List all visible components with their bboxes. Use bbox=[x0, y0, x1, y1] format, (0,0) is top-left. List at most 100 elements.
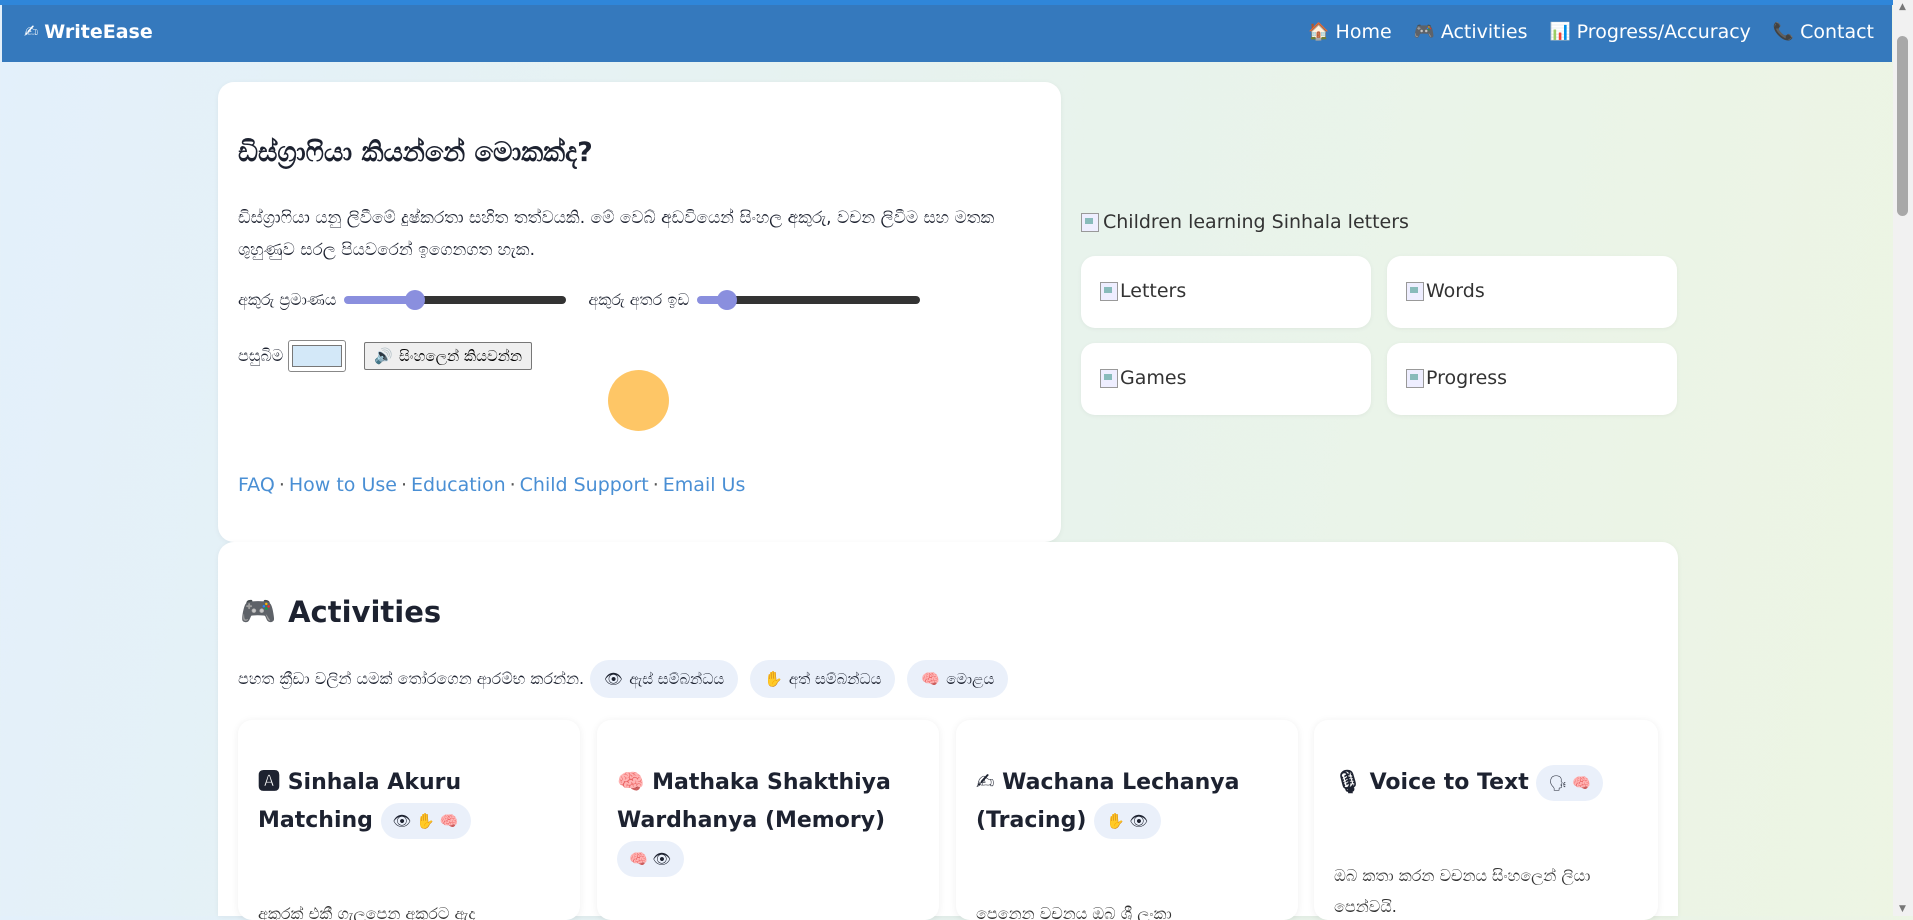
game-description: පෙනෙන වචනය ඔබ ශ්‍රී ලංකා bbox=[976, 904, 1172, 920]
hero-image: Children learning Sinhala letters bbox=[1081, 211, 1409, 233]
broken-image-icon bbox=[1081, 212, 1099, 232]
activities-filter-row: පහත ක්‍රීඩා වලින් යමක් තෝරගෙන ආරම්භ කරන්… bbox=[238, 660, 1009, 698]
brand-name: WriteEase bbox=[44, 21, 153, 43]
filter-brain[interactable]: 🧠 මොළය bbox=[907, 660, 1009, 698]
background-label: පසුබිම bbox=[238, 346, 284, 365]
microphone-icon: 🎙 bbox=[1334, 770, 1362, 795]
nav-progress[interactable]: 📊 Progress/Accuracy bbox=[1550, 21, 1751, 43]
broken-image-icon bbox=[1100, 368, 1118, 388]
broken-image-icon bbox=[1406, 281, 1424, 301]
skill-icons: 🗣 🧠 bbox=[1536, 765, 1603, 801]
brain-icon: 🧠 bbox=[617, 770, 645, 795]
game-description: ඔබ කතා කරන වචනය සිංහලෙන් ලියා පෙන්වයි. bbox=[1334, 866, 1591, 916]
writing-hand-icon: ✍ bbox=[24, 22, 39, 42]
tile-letters[interactable]: Letters bbox=[1081, 256, 1371, 328]
broken-image-icon bbox=[1406, 368, 1424, 388]
bar-chart-icon: 📊 bbox=[1549, 22, 1571, 42]
decorative-orange-circle bbox=[608, 370, 669, 431]
separator: · bbox=[278, 474, 285, 496]
tile-letters-image: Letters bbox=[1100, 280, 1186, 302]
game-controller-icon: 🎮 bbox=[1413, 22, 1435, 42]
tile-words[interactable]: Words bbox=[1387, 256, 1677, 328]
read-aloud-label: සිංහලෙන් කියවන්න bbox=[398, 347, 523, 365]
game-title: 🧠 Mathaka Shakthiya Wardhanya (Memory) 🧠… bbox=[617, 764, 927, 878]
speaker-icon: 🔊 bbox=[374, 347, 393, 365]
hero-card: ඩිස්ග්‍රාෆියා කියන්නේ මොකක්ද? ඩිස්ග්‍රාෆ… bbox=[218, 82, 1061, 542]
letter-spacing-slider[interactable] bbox=[697, 296, 921, 304]
game-title: 🅰 Sinhala Akuru Matching 👁 ✋ 🧠 bbox=[258, 764, 568, 840]
tile-games[interactable]: Games bbox=[1081, 343, 1371, 415]
nav-activities[interactable]: 🎮 Activities bbox=[1414, 21, 1528, 43]
education-link[interactable]: Education bbox=[411, 474, 506, 496]
nav-contact[interactable]: 📞 Contact bbox=[1773, 21, 1874, 43]
color-swatch bbox=[292, 345, 343, 367]
child-support-link[interactable]: Child Support bbox=[520, 474, 649, 496]
tile-progress[interactable]: Progress bbox=[1387, 343, 1677, 415]
tile-words-alt: Words bbox=[1426, 280, 1485, 302]
navbar: ✍ WriteEase 🏠 Home 🎮 Activities 📊 Progre… bbox=[2, 5, 1892, 62]
separator: · bbox=[509, 474, 516, 496]
font-size-label: අකුරු ප්‍රමාණය bbox=[238, 290, 337, 309]
game-card-voice-to-text[interactable]: 🎙 Voice to Text 🗣 🧠 ඔබ කතා කරන වචනය සිංහ… bbox=[1314, 720, 1658, 920]
faq-link[interactable]: FAQ bbox=[238, 474, 275, 496]
game-description: අකුරක් එකී ගැලපෙන අකුරට ඇද bbox=[258, 904, 476, 920]
tile-progress-alt: Progress bbox=[1426, 367, 1508, 389]
nav-home-label: Home bbox=[1335, 21, 1392, 43]
filter-hand-label: අත් සම්බන්ධය bbox=[788, 670, 882, 688]
nav-progress-label: Progress/Accuracy bbox=[1576, 21, 1751, 43]
skill-icons: 👁 ✋ 🧠 bbox=[380, 803, 471, 839]
activities-title: Activities bbox=[288, 594, 442, 629]
filter-eye[interactable]: 👁 ඇස් සම්බන්ධය bbox=[590, 660, 739, 698]
hero-title: ඩිස්ග්‍රාෆියා කියන්නේ මොකක්ද? bbox=[238, 137, 593, 168]
nav-links: 🏠 Home 🎮 Activities 📊 Progress/Accuracy … bbox=[1308, 21, 1874, 43]
nav-contact-label: Contact bbox=[1800, 21, 1874, 43]
game-controller-icon: 🎮 bbox=[240, 594, 277, 628]
nav-activities-label: Activities bbox=[1440, 21, 1528, 43]
tile-letters-alt: Letters bbox=[1120, 280, 1187, 302]
skill-icons: ✋ 👁 bbox=[1094, 803, 1161, 839]
broken-image-icon bbox=[1100, 281, 1118, 301]
brand-logo[interactable]: ✍ WriteEase bbox=[24, 21, 153, 43]
filter-brain-label: මොළය bbox=[946, 670, 995, 688]
footer-links: FAQ · How to Use · Education · Child Support · E… bbox=[238, 474, 745, 496]
separator: · bbox=[400, 474, 408, 496]
how-to-use-link[interactable]: How to Use bbox=[289, 474, 397, 496]
scroll-up-arrow[interactable]: ▲ bbox=[1897, 2, 1908, 12]
tile-progress-image: Progress bbox=[1406, 367, 1507, 389]
brain-icon: 🧠 bbox=[921, 670, 941, 688]
game-card-akuru-matching[interactable]: 🅰 Sinhala Akuru Matching 👁 ✋ 🧠 අකුරක් එක… bbox=[238, 720, 580, 920]
tile-games-alt: Games bbox=[1120, 367, 1187, 389]
filter-hand[interactable]: ✋ අත් සම්බන්ධය bbox=[750, 660, 896, 698]
writing-hand-icon: ✍ bbox=[976, 770, 995, 795]
read-aloud-button[interactable]: 🔊 සිංහලෙන් කියවන්න bbox=[364, 342, 533, 370]
hero-image-alt: Children learning Sinhala letters bbox=[1103, 211, 1409, 233]
background-color-picker[interactable] bbox=[288, 340, 347, 372]
scroll-down-arrow[interactable]: ▼ bbox=[1897, 904, 1908, 914]
phone-icon: 📞 bbox=[1772, 22, 1795, 42]
game-card-tracing[interactable]: ✍ Wachana Lechanya (Tracing) ✋ 👁 පෙනෙන ව… bbox=[956, 720, 1298, 920]
separator: · bbox=[652, 474, 659, 496]
font-size-slider[interactable] bbox=[344, 296, 567, 304]
eye-icon: 👁 bbox=[604, 670, 624, 688]
house-icon: 🏠 bbox=[1308, 22, 1330, 42]
tile-games-image: Games bbox=[1100, 367, 1186, 389]
letter-spacing-label: අකුරු අතර ඉඩ bbox=[588, 290, 690, 309]
game-title: 🎙 Voice to Text 🗣 🧠 bbox=[1334, 764, 1644, 802]
background-controls: පසුබිම 🔊 සිංහලෙන් කියවන්න bbox=[238, 340, 533, 372]
hero-description: ඩිස්ග්‍රාෆියා යනු ලිවීමේ දුෂ්කරතා සහිත ත… bbox=[238, 208, 995, 260]
nav-home[interactable]: 🏠 Home bbox=[1308, 21, 1391, 43]
game-title: ✍ Wachana Lechanya (Tracing) ✋ 👁 bbox=[976, 764, 1286, 840]
game-card-memory[interactable]: 🧠 Mathaka Shakthiya Wardhanya (Memory) 🧠… bbox=[597, 720, 939, 920]
activities-section: 🎮 Activities පහත ක්‍රීඩා වලින් යමක් තෝරග… bbox=[218, 542, 1678, 920]
accessibility-controls: අකුරු ප්‍රමාණය අකුරු අතර ඉඩ bbox=[238, 290, 921, 310]
filter-eye-label: ඇස් සම්බන්ධය bbox=[629, 670, 725, 688]
tile-words-image: Words bbox=[1406, 280, 1485, 302]
scrollbar-thumb[interactable] bbox=[1897, 36, 1908, 216]
hand-icon: ✋ bbox=[764, 670, 783, 688]
game-title-text: Voice to Text bbox=[1369, 770, 1529, 795]
activities-subtitle: පහත ක්‍රීඩා වලින් යමක් තෝරගෙන ආරම්භ කරන්… bbox=[238, 669, 585, 688]
skill-icons: 🧠 👁 bbox=[617, 841, 684, 877]
activities-heading: 🎮 Activities bbox=[240, 594, 441, 629]
game-title-text: Mathaka Shakthiya Wardhanya (Memory) bbox=[617, 770, 891, 833]
email-us-link[interactable]: Email Us bbox=[663, 474, 746, 496]
